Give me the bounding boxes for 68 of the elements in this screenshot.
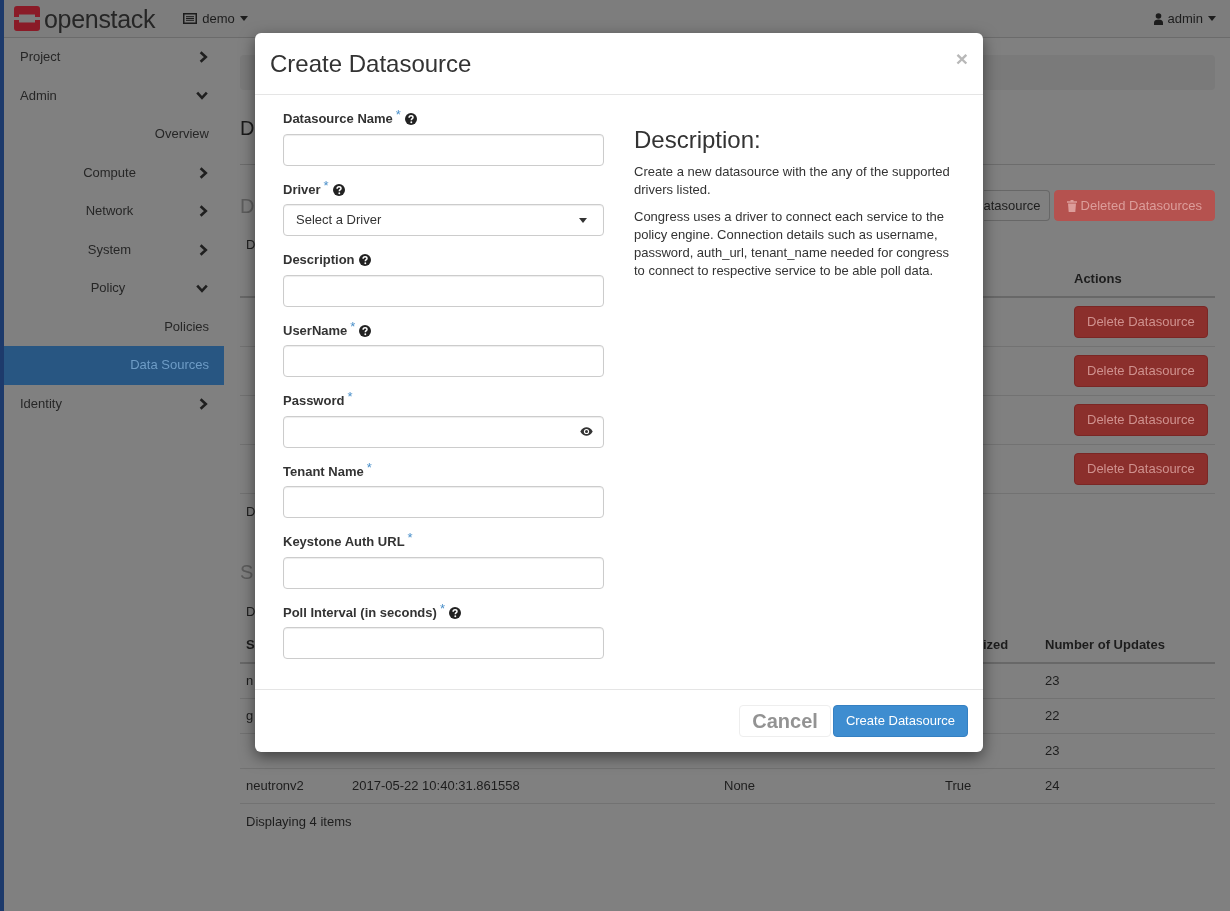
description-text: Create a new datasource with the any of the supported drivers listed. <box>634 163 951 199</box>
table-value: None <box>724 778 756 793</box>
field-label: Tenant Name <box>283 462 364 481</box>
list-icon <box>183 13 198 24</box>
field-label: Driver <box>283 180 321 199</box>
description-heading: Description: <box>634 127 762 153</box>
caret-icon <box>1208 16 1216 21</box>
sidebar-item[interactable]: System <box>4 230 224 269</box>
table-value: 23 <box>1045 673 1060 688</box>
delete-button[interactable]: Delete Datasource <box>1074 453 1208 485</box>
sidebar-item[interactable]: Identity <box>4 384 224 423</box>
field-label: UserName <box>283 321 348 340</box>
sidebar-item[interactable]: Policy <box>4 269 224 308</box>
sidebar-item[interactable]: Policies <box>4 307 224 346</box>
project-menu[interactable]: demo <box>183 9 248 28</box>
field-label: Password <box>283 392 345 410</box>
delete-button[interactable]: Delete Datasource <box>1074 306 1208 338</box>
field-label: Keystone Auth URL <box>283 533 405 551</box>
input-field[interactable] <box>283 627 604 659</box>
sidebar-item[interactable]: Admin <box>4 76 224 115</box>
delete-button[interactable]: Delete Datasource <box>1074 355 1208 387</box>
page-title: D <box>240 116 255 140</box>
input-field[interactable] <box>283 345 604 377</box>
table-value: 23 <box>1045 743 1060 758</box>
trash-icon <box>1066 199 1077 212</box>
table-value: 22 <box>1045 708 1060 723</box>
input-field[interactable] <box>283 486 604 518</box>
dialog-title: Create Datasource <box>270 49 472 79</box>
column-header: Number of Updates <box>1045 637 1165 652</box>
logo-icon <box>14 6 40 31</box>
logo-link[interactable]: openstack <box>14 3 156 34</box>
user-menu[interactable]: admin <box>1153 9 1216 28</box>
description-text: Congress uses a driver to connect each service to the policy engine. Connection details such as username, password, auth_url, tenant_name needed for congress to connect to respective service to be able poll data. <box>634 208 951 280</box>
close-button[interactable]: × <box>955 48 968 69</box>
sidebar-item[interactable]: Project <box>4 38 224 77</box>
table-value: True <box>945 778 972 793</box>
select-field[interactable]: Select a Driver <box>283 204 604 236</box>
input-field[interactable] <box>283 133 604 166</box>
password-field[interactable] <box>283 415 604 448</box>
table-value: 24 <box>1045 778 1060 793</box>
table-value: g <box>246 708 254 723</box>
caret-icon <box>579 217 587 223</box>
column-header: ized <box>983 637 1009 652</box>
field-label: Poll Interval (in seconds) <box>283 603 437 622</box>
column-header: S <box>246 637 255 652</box>
input-field[interactable] <box>283 556 604 589</box>
field-label: Description <box>283 251 355 269</box>
create-button[interactable]: Create Datasource <box>832 705 968 737</box>
table-value: neutronv2 <box>246 778 304 793</box>
table-footer-text: Displaying 4 items <box>246 813 352 831</box>
column-header: Actions <box>1074 271 1122 286</box>
field-label: Datasource Name <box>283 110 393 128</box>
table-value: 2017-05-22 10:40:31.861558 <box>352 778 520 793</box>
user-icon <box>1153 12 1163 25</box>
cancel-button[interactable]: Cancel <box>739 705 831 737</box>
input-field[interactable] <box>283 274 604 307</box>
table-info-text: D <box>246 236 256 254</box>
caret-icon <box>239 16 248 21</box>
datasource-button[interactable]: atasource <box>983 190 1050 221</box>
eye-icon <box>580 427 593 436</box>
sidebar-item[interactable]: Compute <box>4 153 224 192</box>
delete-button[interactable]: Delete Datasource <box>1074 404 1208 436</box>
table-value: n <box>246 673 254 688</box>
sidebar-item[interactable]: Overview <box>4 115 224 154</box>
table-footer-text: D <box>246 503 256 521</box>
table-info-text: D <box>246 603 256 621</box>
sidebar-item[interactable]: Data Sources <box>4 346 224 385</box>
sidebar-item[interactable]: Network <box>4 192 224 231</box>
